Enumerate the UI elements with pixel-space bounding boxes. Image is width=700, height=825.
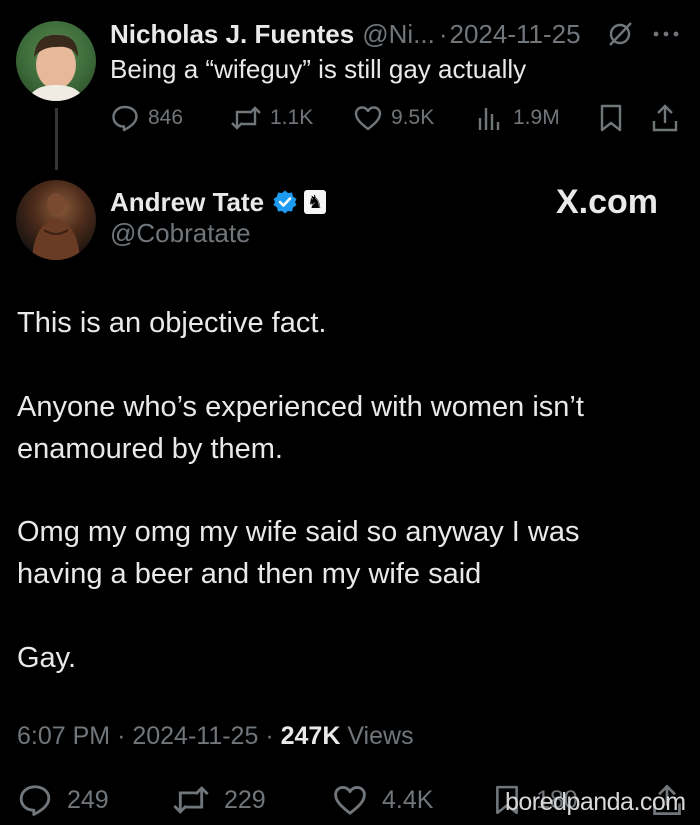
reply-icon	[19, 785, 51, 816]
main-tweet-header: Andrew Tate ♞	[110, 184, 327, 220]
tweet-paragraph-2-line-1: Anyone who’s experienced with women isn’…	[17, 391, 584, 423]
bookmark-icon	[600, 104, 622, 132]
parent-like-button[interactable]: 9.5K	[353, 100, 434, 136]
heart-icon	[354, 106, 382, 131]
parent-tweet-header: Nicholas J. Fuentes @Ni... · 2024-11-25	[110, 16, 581, 52]
chess-knight-icon[interactable]: ♞	[304, 190, 327, 214]
views-label: Views	[347, 722, 414, 750]
analytics-icon	[478, 108, 500, 130]
parent-reply-count: 846	[148, 106, 184, 129]
parent-action-bar: 846 1.1K 9.5K 1.9M	[110, 100, 685, 136]
heart-icon	[334, 785, 366, 815]
parent-views-count: 1.9M	[513, 106, 560, 129]
grok-icon[interactable]	[606, 20, 634, 55]
views-count: 247K	[280, 722, 341, 750]
repost-icon	[173, 786, 209, 814]
parent-like-count: 9.5K	[391, 106, 435, 129]
more-icon[interactable]	[651, 20, 681, 55]
tweet-date[interactable]: 2024-11-25	[132, 722, 258, 750]
main-display-name[interactable]: Andrew Tate	[110, 187, 264, 218]
repost-icon	[231, 106, 261, 130]
parent-repost-count: 1.1K	[270, 106, 314, 129]
parent-avatar-image	[28, 34, 84, 101]
tweet-paragraph-3-line-2: having a beer and then my wife said	[17, 558, 482, 590]
parent-repost-button[interactable]: 1.1K	[230, 100, 313, 136]
tweet-paragraph-3-line-1: Omg my omg my wife said so anyway I was	[17, 516, 580, 548]
main-reply-button[interactable]: 249	[17, 782, 109, 818]
tweet-paragraph-1: This is an objective fact.	[17, 307, 327, 339]
source-label: X.com	[556, 183, 659, 221]
meta-separator-1: ·	[117, 722, 126, 750]
main-avatar-image	[32, 193, 80, 260]
main-handle[interactable]: @Cobratate	[110, 218, 251, 249]
parent-display-name[interactable]: Nicholas J. Fuentes	[110, 19, 354, 50]
parent-reply-button[interactable]: 846	[110, 100, 183, 136]
parent-date[interactable]: 2024-11-25	[449, 19, 580, 50]
main-avatar[interactable]	[16, 180, 96, 260]
parent-share-button[interactable]	[650, 100, 688, 136]
tweet-paragraph-4: Gay.	[17, 642, 77, 674]
share-icon	[652, 104, 678, 132]
thread-connector-line	[55, 108, 58, 170]
main-like-button[interactable]: 4.4K	[332, 782, 433, 818]
watermark: boredpanda.com	[505, 788, 686, 816]
parent-separator: ·	[438, 18, 448, 49]
main-reply-count: 249	[67, 785, 109, 814]
parent-handle[interactable]: @Ni...	[362, 19, 435, 50]
reply-icon	[112, 105, 138, 132]
main-repost-button[interactable]: 229	[172, 782, 266, 818]
tweet-meta: 6:07 PM · 2024-11-25 · 247K Views	[17, 722, 414, 751]
main-like-count: 4.4K	[382, 785, 434, 814]
parent-bookmark-button[interactable]	[597, 100, 633, 136]
parent-tweet-text: Being a “wifeguy” is still gay actually	[110, 54, 527, 84]
parent-avatar[interactable]	[16, 21, 96, 101]
main-repost-count: 229	[224, 785, 266, 814]
verified-badge-icon[interactable]	[272, 189, 298, 215]
tweet-paragraph-2-line-2: enamoured by them.	[17, 433, 283, 465]
tweet-time[interactable]: 6:07 PM	[17, 722, 110, 750]
meta-separator-2: ·	[265, 722, 274, 750]
parent-views-button[interactable]: 1.9M	[475, 100, 560, 136]
